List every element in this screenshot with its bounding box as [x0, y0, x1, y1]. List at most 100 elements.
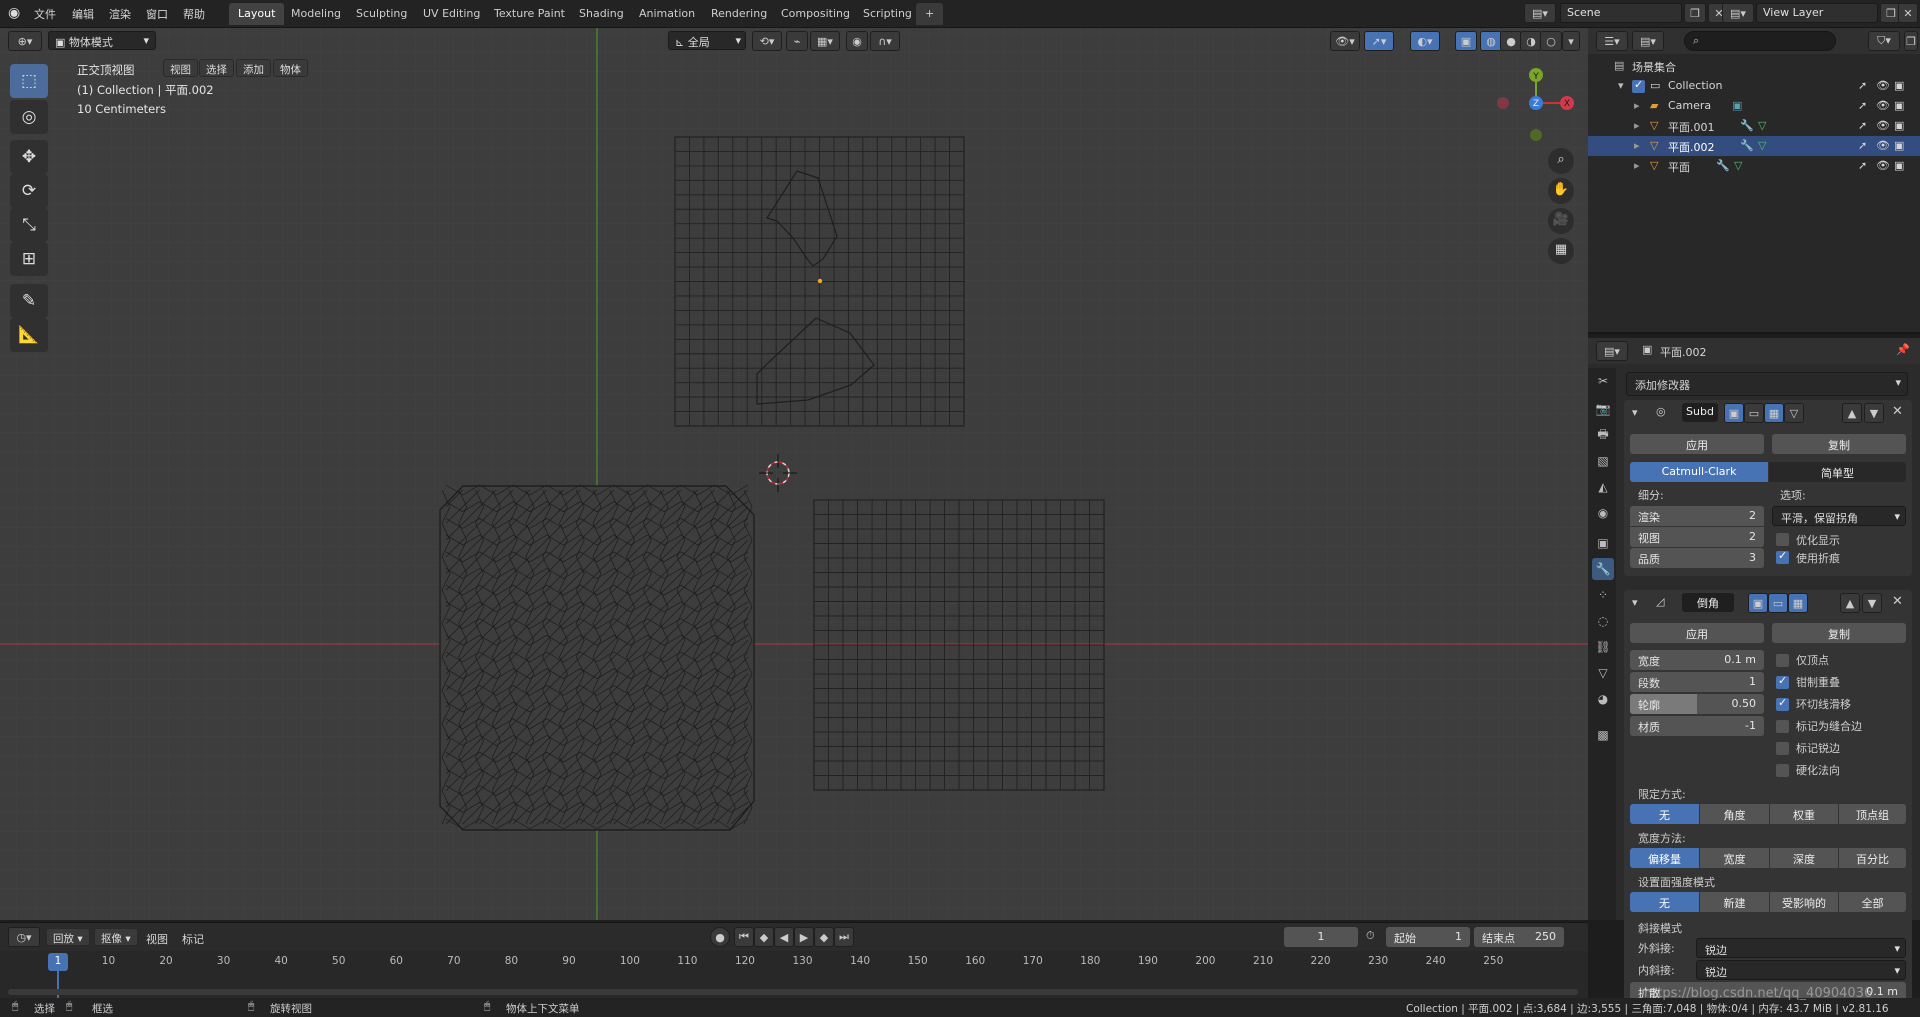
camera-data-icon[interactable]: ▣	[1732, 99, 1742, 112]
ortho-grid-icon[interactable]: ▦	[1548, 238, 1574, 264]
texture-tab-icon[interactable]: ▩	[1592, 724, 1614, 746]
rotate-tool-icon[interactable]: ⟳	[10, 174, 48, 208]
menu-window[interactable]: 窗口	[146, 6, 168, 22]
particles-tab-icon[interactable]: ⁘	[1592, 584, 1614, 606]
material-index-value[interactable]: -1	[1745, 719, 1756, 732]
measure-tool-icon[interactable]: 📐	[10, 318, 48, 352]
width-width-option[interactable]: 宽度	[1700, 848, 1769, 868]
end-frame-field[interactable]: 结束点 250	[1474, 927, 1564, 947]
menu-marker[interactable]: 标记	[182, 931, 204, 947]
xray-icon[interactable]: ▣	[1455, 31, 1477, 51]
3d-viewport[interactable]: Y X Z 正交顶视图 (1) Collection | 平面.002 10 C…	[0, 28, 1588, 920]
width-depth-option[interactable]: 深度	[1770, 848, 1838, 868]
outliner-row-collection[interactable]: ▾ ▭ Collection ➚ 👁 ▣	[1588, 76, 1920, 96]
select-arrow-icon[interactable]: ➚	[1858, 139, 1867, 152]
tab-animation[interactable]: Animation	[630, 3, 704, 25]
mesh-data-icon[interactable]: ▽	[1734, 159, 1742, 172]
timeline-ruler[interactable]: 10 20 30 40 50 60 70 80 90 100 110 120 130 140 150 160 1…	[0, 951, 1588, 999]
expand-icon[interactable]: ▸	[1634, 119, 1640, 132]
quality-value[interactable]: 3	[1749, 551, 1756, 564]
start-frame-field[interactable]: 起始 1	[1386, 927, 1470, 947]
outliner-row-plane001[interactable]: ▸ ▽ 平面.001 🔧 ▽ ➚ 👁 ▣	[1588, 116, 1920, 136]
timeline-editor-type-icon[interactable]: ◷▾	[8, 927, 40, 947]
select-arrow-icon[interactable]: ➚	[1858, 159, 1867, 172]
material-tab-icon[interactable]: ◕	[1592, 688, 1614, 710]
outliner-search-input[interactable]: ⌕	[1684, 31, 1836, 51]
menu-view[interactable]: 视图	[163, 59, 198, 77]
cursor-tool-icon[interactable]: ◎	[10, 100, 48, 134]
scene-name-field[interactable]: Scene	[1560, 3, 1682, 23]
limit-vgroup-option[interactable]: 顶点组	[1839, 804, 1906, 824]
expand-icon[interactable]: ▸	[1634, 159, 1640, 172]
render-camera-icon[interactable]: ▣	[1894, 159, 1904, 172]
play-icon[interactable]: ▶	[794, 927, 814, 947]
outliner-row-camera[interactable]: ▸ ▰ Camera ▣ ➚ 👁 ▣	[1588, 96, 1920, 116]
jump-start-icon[interactable]: ⏮	[734, 927, 754, 947]
new-collection-icon[interactable]: ❐	[1904, 31, 1918, 51]
blender-logo-icon[interactable]: ◉	[8, 5, 26, 23]
limit-angle-option[interactable]: 角度	[1700, 804, 1769, 824]
eye-icon[interactable]: 👁	[1876, 99, 1890, 112]
limit-none-option[interactable]: 无	[1630, 804, 1699, 824]
wrench-icon[interactable]: 🔧	[1740, 139, 1754, 152]
shading-options-icon[interactable]: ▾	[1562, 31, 1580, 51]
camera-view-icon[interactable]: 🎥	[1548, 208, 1574, 234]
subsurf-copy-button[interactable]: 复制	[1772, 434, 1906, 454]
add-modifier-dropdown[interactable]: 添加修改器 ▾	[1626, 372, 1908, 396]
face-strength-none-option[interactable]: 无	[1630, 892, 1699, 912]
show-in-editmode-icon[interactable]: ▣	[1748, 593, 1768, 613]
object-tab-icon[interactable]: ▣	[1592, 532, 1614, 554]
catmull-clark-option[interactable]: Catmull-Clark	[1630, 462, 1768, 482]
view-layer-name-field[interactable]: View Layer	[1756, 3, 1878, 23]
playhead[interactable]: 1	[48, 953, 68, 971]
tab-uv-editing[interactable]: UV Editing	[414, 3, 489, 25]
eye-icon[interactable]: 👁	[1876, 159, 1890, 172]
next-keyframe-icon[interactable]: ◆	[814, 927, 834, 947]
timeline-scrollbar[interactable]	[8, 989, 1578, 995]
limit-weight-option[interactable]: 权重	[1770, 804, 1838, 824]
mesh-data-icon[interactable]: ▽	[1758, 119, 1766, 132]
menu-render[interactable]: 渲染	[109, 6, 131, 22]
segments-value[interactable]: 1	[1749, 675, 1756, 688]
wireframe-shading-icon[interactable]: ◍	[1480, 31, 1502, 51]
add-workspace-button[interactable]: +	[916, 3, 944, 25]
expand-icon[interactable]: ▸	[1634, 139, 1640, 152]
profile-slider[interactable]: 轮廓 0.50	[1630, 694, 1764, 714]
move-up-icon[interactable]: ▲	[1840, 593, 1860, 613]
tab-compositing[interactable]: Compositing	[772, 3, 859, 25]
move-tool-icon[interactable]: ✥	[10, 140, 48, 174]
scene-selector-icon[interactable]: ▤▾	[1524, 3, 1556, 23]
show-render-icon[interactable]: ▦	[1764, 403, 1784, 423]
eye-icon[interactable]: 👁	[1876, 79, 1890, 92]
menu-playback[interactable]: 回放 ▾	[46, 928, 90, 946]
jump-end-icon[interactable]: ⏭	[834, 927, 854, 947]
view-layer-selector-icon[interactable]: ▤▾	[1722, 3, 1754, 23]
tab-shading[interactable]: Shading	[570, 3, 633, 25]
physics-tab-icon[interactable]: ◌	[1592, 610, 1614, 632]
face-strength-affected-option[interactable]: 受影响的	[1770, 892, 1838, 912]
render-camera-icon[interactable]: ▣	[1894, 99, 1904, 112]
move-up-icon[interactable]: ▲	[1842, 403, 1862, 423]
mark-seam-checkbox[interactable]	[1776, 720, 1789, 733]
show-on-cage-icon[interactable]: ▽	[1784, 403, 1804, 423]
pin-icon[interactable]: 📌	[1896, 343, 1910, 356]
menu-file[interactable]: 文件	[34, 6, 56, 22]
tab-modeling[interactable]: Modeling	[282, 3, 350, 25]
gizmo-toggle-icon[interactable]: ➚▾	[1364, 31, 1394, 51]
mode-select[interactable]: ▣ 物体模式 ▾	[48, 31, 156, 50]
bevel-width-value[interactable]: 0.1 m	[1724, 653, 1756, 666]
clamp-overlap-checkbox[interactable]	[1776, 674, 1789, 689]
viewport-levels-value[interactable]: 2	[1749, 530, 1756, 543]
zoom-icon[interactable]: ⌕	[1548, 148, 1574, 174]
data-tab-icon[interactable]: ▽	[1592, 662, 1614, 684]
output-tab-icon[interactable]: 🖶	[1592, 424, 1614, 446]
proportional-edit-icon[interactable]: ◉	[846, 31, 868, 51]
modifier-tab-icon[interactable]: 🔧	[1592, 558, 1614, 580]
viewport-canvas[interactable]: Y X Z	[0, 28, 1588, 920]
collection-exclude-checkbox[interactable]	[1632, 78, 1645, 93]
show-render-icon[interactable]: ▦	[1788, 593, 1808, 613]
menu-edit[interactable]: 编辑	[72, 6, 94, 22]
select-arrow-icon[interactable]: ➚	[1858, 99, 1867, 112]
gizmo-neg-x-icon[interactable]	[1497, 97, 1509, 109]
tab-layout[interactable]: Layout	[229, 3, 285, 25]
